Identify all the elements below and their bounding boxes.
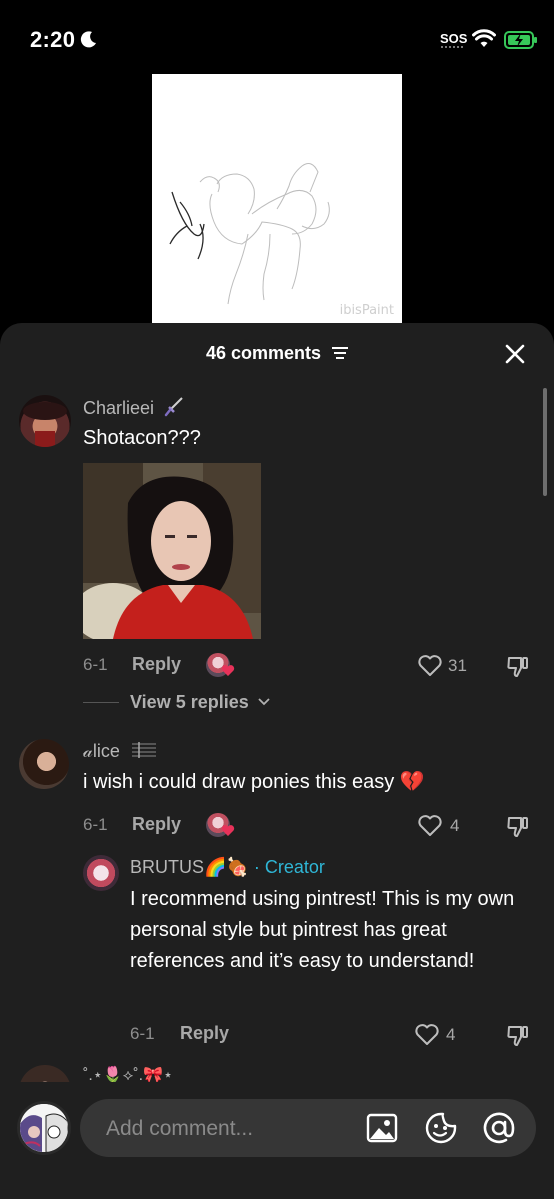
comment-composer: Add comment... (0, 1082, 554, 1199)
comment-username[interactable]: 𝒶lice (83, 740, 157, 762)
comments-header: 46 comments (0, 323, 554, 385)
comment-text: i wish i could draw ponies this easy 💔 (83, 771, 425, 793)
reply-button[interactable]: Reply (132, 654, 181, 675)
comment-image[interactable] (83, 463, 261, 639)
at-mention-icon[interactable] (482, 1111, 516, 1145)
reply-username[interactable]: BRUTUS🌈🍖 · Creator (130, 857, 325, 878)
scrollbar[interactable] (543, 388, 547, 496)
like-count: 31 (448, 656, 467, 675)
battery-charging-icon (504, 31, 537, 49)
filter-icon[interactable] (332, 346, 349, 360)
dislike-icon[interactable] (505, 1023, 531, 1049)
creator-liked-badge (206, 653, 236, 679)
avatar[interactable] (19, 395, 71, 447)
emoji-sticker-icon[interactable] (424, 1111, 458, 1145)
my-avatar[interactable] (17, 1101, 71, 1155)
comment-input-placeholder: Add comment... (106, 1117, 254, 1140)
reply-button[interactable]: Reply (180, 1023, 229, 1044)
status-bar: 2:20 SOS (0, 0, 554, 72)
image-icon[interactable] (366, 1113, 398, 1143)
like-heart-icon[interactable] (417, 814, 443, 838)
close-icon[interactable] (504, 343, 526, 365)
comment-count-title[interactable]: 46 comments (0, 343, 554, 364)
view-replies-button[interactable]: View 5 replies (130, 692, 271, 713)
comments-sheet: 46 comments Charlieei Shotacon??? 6-1 Re… (0, 323, 554, 1199)
comment-date: 6-1 (83, 815, 108, 834)
heart-badge-icon (221, 665, 235, 676)
reply-text: I recommend using pintrest! This is my o… (130, 888, 515, 972)
like-count: 4 (450, 816, 460, 835)
comment-input[interactable]: Add comment... (80, 1099, 536, 1157)
replies-divider (83, 702, 119, 703)
clock: 2:20 (30, 27, 76, 52)
dislike-icon[interactable] (505, 814, 531, 840)
dislike-icon[interactable] (505, 654, 531, 680)
like-heart-icon[interactable] (414, 1023, 440, 1047)
username-text: BRUTUS🌈🍖 (130, 857, 249, 877)
comment-username[interactable]: Charlieei (83, 396, 185, 419)
avatar[interactable] (19, 739, 69, 789)
like-count: 4 (446, 1025, 456, 1044)
avatar[interactable] (83, 855, 119, 891)
dagger-icon (164, 397, 183, 417)
sos-indicator: SOS (440, 31, 468, 46)
comment-count-label: 46 comments (205, 343, 322, 363)
reply-date: 6-1 (130, 1024, 155, 1043)
creator-label: · Creator (253, 857, 325, 877)
heart-badge-icon (221, 825, 235, 836)
sos-signal-dots (441, 46, 463, 49)
moon-icon (80, 31, 96, 48)
reply-button[interactable]: Reply (132, 814, 181, 835)
username-text: Charlieei (83, 398, 155, 418)
comment-text: Shotacon??? (83, 427, 201, 449)
comment-date: 6-1 (83, 655, 108, 674)
video-preview[interactable]: ibisPaint (152, 74, 402, 324)
pony-sketch (169, 163, 330, 305)
ibispaint-watermark: ibisPaint (339, 303, 394, 318)
view-replies-label: View 5 replies (130, 692, 249, 712)
username-text: 𝒶lice (83, 741, 120, 761)
music-staff-icon (131, 742, 156, 758)
wifi-icon (472, 29, 496, 47)
creator-liked-badge (206, 813, 236, 839)
chevron-down-icon (258, 698, 270, 706)
like-heart-icon[interactable] (417, 654, 443, 678)
